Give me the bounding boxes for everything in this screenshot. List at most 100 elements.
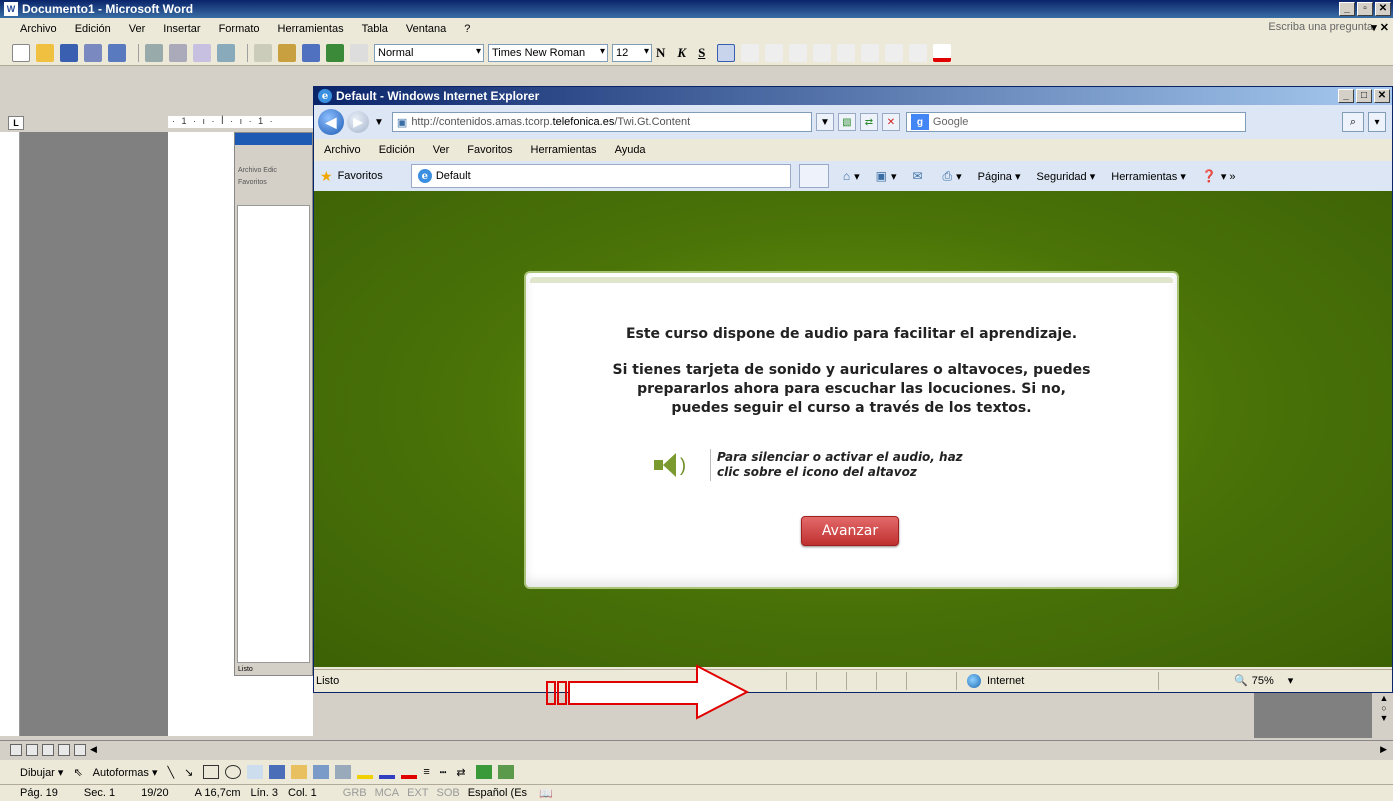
spelling-status-icon[interactable]: 📖 (539, 787, 553, 800)
diagram-icon[interactable] (291, 765, 308, 779)
ie-menu-ayuda[interactable]: Ayuda (615, 144, 646, 156)
email-icon[interactable] (108, 43, 126, 62)
word-menu-insertar[interactable]: Insertar (163, 23, 200, 35)
ie-menu-ver[interactable]: Ver (433, 144, 450, 156)
ie-menu-edicion[interactable]: Edición (379, 144, 415, 156)
status-ext[interactable]: EXT (407, 787, 428, 799)
shadow-icon[interactable] (475, 765, 492, 779)
refresh-icon[interactable]: ⇄ (859, 113, 878, 131)
numbering-icon[interactable] (837, 43, 856, 62)
zoom-control[interactable]: 🔍 75% ▾ (1234, 674, 1293, 688)
print-view-icon[interactable] (42, 743, 54, 756)
word-menu-ventana[interactable]: Ventana (406, 23, 446, 35)
forward-icon[interactable]: ▶ (347, 111, 369, 133)
search-icon[interactable]: ⌕ (1342, 112, 1364, 132)
word-menu-tabla[interactable]: Tabla (362, 23, 388, 35)
draw-font-color-icon[interactable] (401, 765, 418, 779)
page-menu[interactable]: Página ▾ (978, 170, 1021, 183)
search-options-icon[interactable]: ▾ (1368, 112, 1386, 132)
undo-icon[interactable] (302, 43, 320, 62)
status-mca[interactable]: MCA (375, 787, 399, 799)
draw-menu[interactable]: Dibujar ▾ (20, 766, 63, 779)
word-menu-archivo[interactable]: Archivo (20, 23, 57, 35)
web-view-icon[interactable] (26, 743, 38, 756)
ruler-tab-selector[interactable]: L (8, 116, 24, 130)
search-input[interactable]: g Google (905, 112, 1246, 132)
hyperlink-icon[interactable] (326, 43, 344, 62)
line-icon[interactable]: ╲ (167, 766, 174, 779)
word-menu-help[interactable]: ? (464, 23, 470, 35)
justify-icon[interactable] (789, 43, 808, 62)
restore-icon[interactable]: ▫ (1357, 2, 1373, 16)
save-icon[interactable] (60, 43, 78, 62)
help-button[interactable]: ❓ ▾ » (1202, 169, 1236, 183)
ie-menu-archivo[interactable]: Archivo (324, 144, 361, 156)
paste-icon[interactable] (278, 43, 296, 62)
italic-button[interactable]: K (677, 45, 686, 61)
maximize-icon[interactable]: □ (1356, 89, 1372, 103)
word-menu-formato[interactable]: Formato (219, 23, 260, 35)
compatibility-icon[interactable]: ▧ (837, 113, 856, 131)
line-spacing-icon[interactable] (813, 43, 832, 62)
tools-menu[interactable]: Herramientas ▾ (1111, 170, 1186, 183)
font-combo[interactable]: Times New Roman (488, 43, 608, 62)
favorites-star-icon[interactable]: ★ (320, 168, 333, 185)
wordart-icon[interactable] (269, 765, 286, 779)
arrow-style-icon[interactable]: ⇄ (456, 766, 465, 779)
print-icon[interactable] (145, 43, 163, 62)
close-icon[interactable]: ✕ (1374, 89, 1390, 103)
minimize-icon[interactable]: _ (1338, 89, 1354, 103)
security-zone[interactable]: Internet (956, 671, 1146, 690)
image-icon[interactable] (335, 765, 352, 779)
dash-style-icon[interactable]: ┅ (440, 766, 447, 779)
bullets-icon[interactable] (861, 43, 880, 62)
scroll-left-icon[interactable]: ◀ (90, 744, 97, 755)
url-input[interactable]: ▣ http://contenidos.amas.tcorp. telefonic… (391, 112, 812, 132)
word-menu-edicion[interactable]: Edición (75, 23, 111, 35)
reading-view-icon[interactable] (74, 743, 86, 756)
mail-button[interactable]: ✉ (912, 169, 926, 183)
style-combo[interactable]: Normal (374, 43, 484, 62)
fill-color-icon[interactable] (357, 765, 374, 779)
line-style-icon[interactable]: ≡ (423, 766, 429, 778)
oval-icon[interactable] (225, 765, 242, 779)
avanzar-button[interactable]: Avanzar (801, 516, 899, 546)
tab-default[interactable]: e Default (410, 164, 791, 188)
word-menu-herramientas[interactable]: Herramientas (278, 23, 344, 35)
scroll-right-icon[interactable]: ▶ (1380, 744, 1387, 755)
stop-icon[interactable]: ✕ (881, 113, 900, 131)
spelling-icon[interactable] (193, 43, 211, 62)
copy-icon[interactable] (254, 43, 272, 62)
border-icon[interactable] (909, 43, 928, 62)
research-icon[interactable] (217, 43, 235, 62)
open-folder-icon[interactable] (36, 43, 54, 62)
back-icon[interactable]: ◀ (318, 109, 344, 135)
new-doc-icon[interactable] (12, 43, 30, 62)
history-dropdown-icon[interactable]: ▼ (374, 117, 384, 128)
font-color-icon[interactable] (933, 43, 952, 62)
close-doc-icon[interactable]: ▾ ✕ (1371, 21, 1389, 34)
underline-button[interactable]: S (698, 45, 705, 61)
3d-icon[interactable] (497, 765, 514, 779)
ask-question-field[interactable]: Escriba una pregunta (1268, 21, 1373, 33)
autoshapes-menu[interactable]: Autoformas ▾ (93, 766, 158, 779)
permission-icon[interactable] (84, 43, 102, 62)
speaker-icon[interactable]: ) (654, 451, 694, 479)
url-dropdown-icon[interactable]: ▼ (815, 113, 834, 131)
align-left-icon[interactable] (717, 43, 736, 62)
select-objects-icon[interactable]: ⇖ (73, 766, 82, 779)
ie-menu-favoritos[interactable]: Favoritos (467, 144, 512, 156)
status-sob[interactable]: SOB (436, 787, 459, 799)
status-grb[interactable]: GRB (343, 787, 367, 799)
align-right-icon[interactable] (765, 43, 784, 62)
feeds-button[interactable]: ▣ ▾ (876, 169, 897, 183)
ie-menu-herramientas[interactable]: Herramientas (531, 144, 597, 156)
security-menu[interactable]: Seguridad ▾ (1037, 170, 1096, 183)
favorites-button[interactable]: Favoritos (338, 170, 383, 182)
new-tab-button[interactable] (798, 164, 829, 188)
outline-view-icon[interactable] (58, 743, 70, 756)
arrow-icon[interactable]: ↘ (184, 766, 193, 779)
close-icon[interactable]: ✕ (1375, 2, 1391, 16)
word-menu-ver[interactable]: Ver (129, 23, 146, 35)
line-color-icon[interactable] (379, 765, 396, 779)
